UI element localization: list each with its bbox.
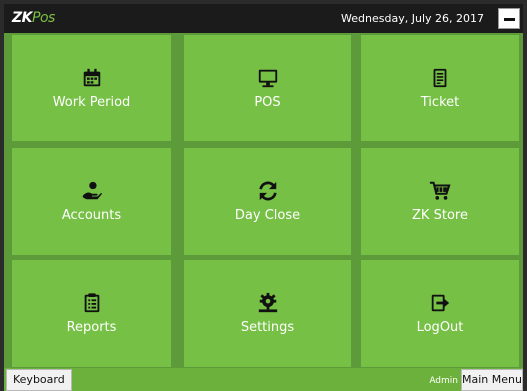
tile-label: POS bbox=[254, 94, 281, 110]
monitor-icon bbox=[258, 69, 277, 87]
cart-icon bbox=[429, 181, 451, 200]
tile-label: LogOut bbox=[416, 320, 464, 335]
gear-icon bbox=[258, 292, 277, 313]
tile-reports[interactable]: Reports bbox=[12, 260, 171, 367]
tile-pos[interactable]: POS bbox=[184, 35, 351, 141]
tile-label: ZK Store bbox=[412, 208, 468, 223]
keyboard-button[interactable]: Keyboard bbox=[6, 369, 72, 391]
tile-label: Day Close bbox=[234, 208, 301, 223]
tile-ticket[interactable]: Ticket bbox=[361, 35, 519, 141]
top-bar: ZKPos Wednesday, July 26, 2017 bbox=[4, 4, 523, 33]
app-logo: ZKPos bbox=[12, 10, 55, 26]
tile-logout[interactable]: LogOut bbox=[361, 260, 519, 367]
tile-accounts[interactable]: Accounts bbox=[12, 148, 171, 255]
tile-work-period[interactable]: Work Period bbox=[12, 35, 171, 141]
current-user: Admin bbox=[429, 376, 458, 386]
ticket-icon bbox=[433, 68, 447, 87]
tile-label: Ticket bbox=[420, 94, 460, 110]
app-screen: ZKPos Wednesday, July 26, 2017 Work Peri… bbox=[4, 4, 523, 391]
logout-icon bbox=[431, 294, 450, 312]
tile-label: Work Period bbox=[52, 94, 131, 110]
money-hand-icon bbox=[82, 181, 102, 200]
clipboard-icon bbox=[84, 293, 99, 313]
tile-zk-store[interactable]: ZK Store bbox=[361, 148, 519, 255]
tile-label: Accounts bbox=[61, 208, 122, 223]
current-date: Wednesday, July 26, 2017 bbox=[341, 12, 484, 25]
calendar-icon bbox=[83, 68, 100, 86]
tile-label: Settings bbox=[240, 320, 295, 335]
tile-label: Reports bbox=[66, 320, 117, 335]
refresh-icon bbox=[258, 181, 277, 201]
tile-day-close[interactable]: Day Close bbox=[184, 148, 351, 255]
minimize-button[interactable] bbox=[498, 8, 520, 29]
tile-settings[interactable]: Settings bbox=[184, 260, 351, 367]
bottom-bar: Keyboard Admin Main Menu bbox=[4, 368, 523, 391]
main-menu-button[interactable]: Main Menu bbox=[461, 369, 523, 391]
